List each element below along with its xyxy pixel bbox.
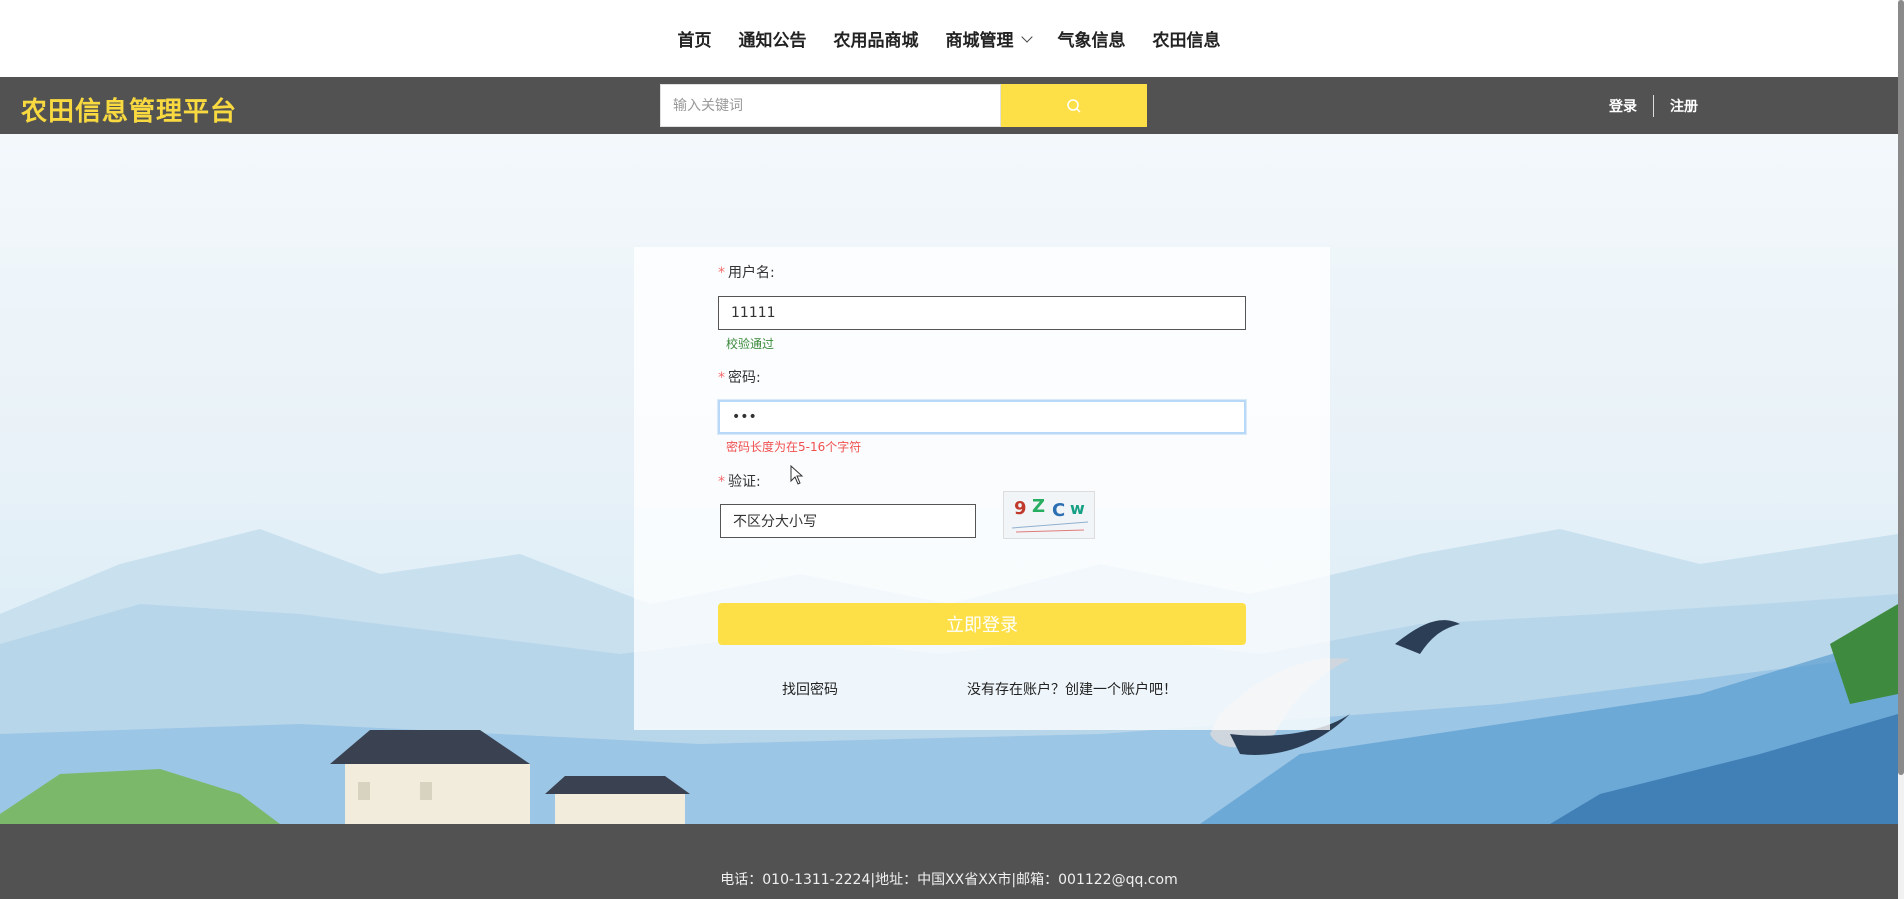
svg-text:w: w (1070, 499, 1085, 518)
verify-label-text: 验证: (728, 474, 761, 490)
captcha-input[interactable]: 不区分大小写 (720, 504, 976, 538)
cursor-icon (790, 465, 804, 485)
login-card: * 用户名: 11111 校验通过 * 密码: ••• 密码长度为在5-16个字符 … (634, 247, 1330, 730)
search-button[interactable] (1001, 84, 1147, 127)
auth-divider (1653, 95, 1654, 117)
register-link[interactable]: 注册 (1670, 96, 1698, 116)
nav-farmland[interactable]: 农田信息 (1153, 26, 1221, 51)
nav-shop-label: 农用品商城 (833, 31, 919, 51)
username-label-text: 用户名: (728, 265, 775, 281)
verify-label: * 验证: (718, 471, 761, 491)
svg-text:9: 9 (1014, 498, 1027, 519)
nav-home-label: 首页 (677, 31, 712, 51)
nav-home[interactable]: 首页 (678, 26, 712, 51)
search-icon (1067, 98, 1081, 113)
nav-shop[interactable]: 农用品商城 (834, 26, 919, 51)
search-bar (660, 84, 1147, 127)
required-mark: * (718, 370, 725, 386)
footer-contact: 电话：010-1311-2224|地址：中国XX省XX市|邮箱：001122@q… (720, 872, 1178, 888)
login-link[interactable]: 登录 (1609, 96, 1637, 116)
chevron-down-icon (1020, 30, 1033, 43)
username-value: 11111 (731, 305, 776, 321)
nav-shop-management[interactable]: 商城管理 (945, 26, 1033, 51)
password-label: * 密码: (718, 367, 761, 387)
username-valid-message: 校验通过 (726, 337, 775, 351)
scrollbar-thumb[interactable] (1898, 0, 1904, 775)
svg-text:C: C (1052, 500, 1065, 521)
captcha-input-value: 不区分大小写 (733, 514, 817, 530)
captcha-image[interactable]: 9 Z C w (1003, 491, 1095, 539)
captcha-drawing: 9 Z C w (1011, 496, 1089, 533)
page-scrollbar[interactable] (1898, 0, 1904, 899)
forgot-password-link[interactable]: 找回密码 (782, 679, 838, 699)
svg-text:Z: Z (1032, 496, 1045, 517)
required-mark: * (718, 474, 725, 490)
nav-notices[interactable]: 通知公告 (739, 26, 807, 51)
required-mark: * (718, 265, 725, 281)
brand-title: 农田信息管理平台 (21, 97, 238, 127)
header-bar: 农田信息管理平台 登录 注册 (0, 77, 1898, 134)
password-error-message: 密码长度为在5-16个字符 (726, 440, 862, 454)
footer: 电话：010-1311-2224|地址：中国XX省XX市|邮箱：001122@q… (0, 824, 1898, 899)
password-field[interactable]: ••• (718, 400, 1246, 434)
nav-notices-label: 通知公告 (738, 31, 807, 51)
password-value: ••• (732, 409, 757, 425)
username-field[interactable]: 11111 (718, 296, 1246, 330)
username-label: * 用户名: (718, 262, 775, 282)
auth-links: 登录 注册 (1609, 95, 1698, 117)
search-input[interactable] (660, 84, 1001, 127)
nav-shop-management-label: 商城管理 (945, 31, 1014, 51)
top-nav: 首页 通知公告 农用品商城 商城管理 气象信息 农田信息 (0, 0, 1898, 77)
password-label-text: 密码: (728, 370, 761, 386)
nav-weather[interactable]: 气象信息 (1058, 26, 1126, 51)
nav-weather-label: 气象信息 (1057, 31, 1126, 51)
login-submit-button[interactable]: 立即登录 (718, 603, 1246, 645)
create-account-link[interactable]: 没有存在账户？创建一个账户吧！ (967, 679, 1177, 699)
nav-farmland-label: 农田信息 (1152, 31, 1221, 51)
